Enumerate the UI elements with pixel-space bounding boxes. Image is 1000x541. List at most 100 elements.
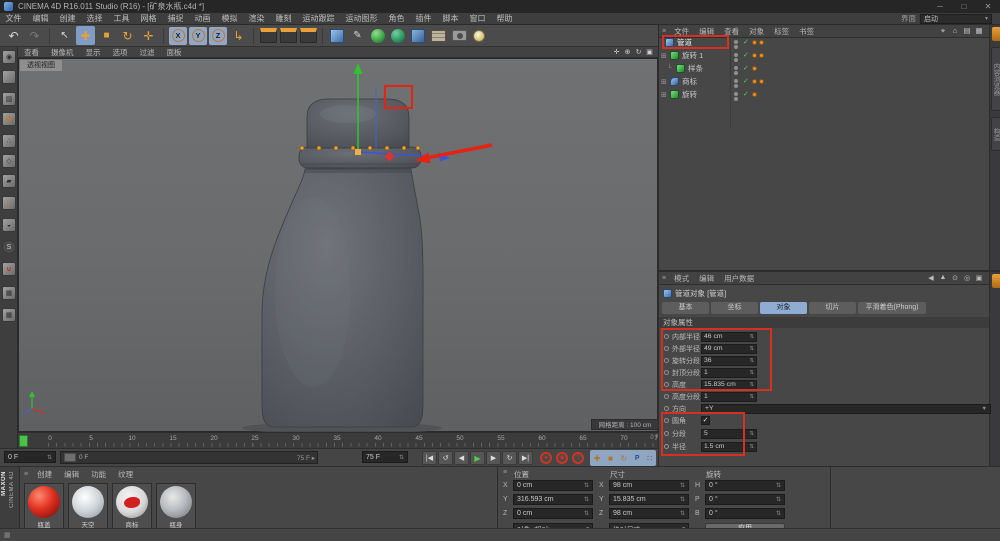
- menu-simulate[interactable]: 模拟: [216, 13, 243, 25]
- outer-radius-field[interactable]: 49 cm ⇅: [701, 344, 757, 354]
- keyframe-selection-button[interactable]: ?: [572, 452, 584, 464]
- snap-magnet-icon[interactable]: ∪: [2, 262, 16, 276]
- spline-pen-icon[interactable]: ✎: [348, 26, 367, 45]
- position-y-field[interactable]: 316.593 cm ⇅: [513, 494, 593, 505]
- primitive-cube-icon[interactable]: [330, 29, 344, 43]
- spinner-icon[interactable]: ⇅: [584, 482, 589, 489]
- phong-tag-icon[interactable]: [752, 40, 757, 45]
- spinner-icon[interactable]: ⇅: [776, 496, 781, 503]
- vp-menu-panel[interactable]: 面板: [161, 47, 188, 58]
- spinner-icon[interactable]: ⇅: [680, 510, 685, 517]
- fillet-checkbox[interactable]: ✓: [701, 416, 710, 425]
- rotation-p-field[interactable]: 0 ° ⇅: [705, 494, 785, 505]
- material-tag-icon[interactable]: [759, 79, 764, 84]
- material-label[interactable]: 商标: [112, 483, 152, 529]
- vp-menu-view[interactable]: 查看: [18, 47, 45, 58]
- loop-playback-button[interactable]: ↻: [502, 451, 517, 465]
- tab-content-browser[interactable]: 内容浏览器: [991, 47, 1000, 111]
- om-menu-bookmarks[interactable]: 书签: [794, 26, 819, 37]
- spinner-icon[interactable]: ⇅: [749, 346, 754, 352]
- expander-icon[interactable]: ⊞: [661, 91, 670, 99]
- om-locate-icon[interactable]: ⌖: [937, 26, 949, 36]
- phong-tag-icon[interactable]: [752, 92, 757, 97]
- record-pla-toggle[interactable]: ∷: [647, 454, 652, 463]
- end-frame-field[interactable]: 75 F ⇅: [362, 451, 408, 463]
- spinner-icon[interactable]: ⇅: [776, 482, 781, 489]
- dock-handle-icon[interactable]: [992, 274, 1000, 288]
- enabled-check-icon[interactable]: ✓: [743, 38, 749, 46]
- animate-dot-icon[interactable]: [664, 418, 669, 423]
- current-frame-field[interactable]: 0 F ⇅: [4, 451, 56, 463]
- size-y-field[interactable]: 15.835 cm ⇅: [609, 494, 689, 505]
- redo-icon[interactable]: ↷: [25, 26, 44, 45]
- animate-dot-icon[interactable]: [664, 394, 669, 399]
- light-icon[interactable]: [473, 30, 485, 42]
- timeline-ruler[interactable]: 0 5 10 15 20 25 30 35 40 45 50 55 60 65 …: [18, 432, 658, 448]
- animate-dot-icon[interactable]: [664, 406, 669, 411]
- camera-icon[interactable]: [452, 30, 467, 41]
- spinner-icon[interactable]: ⇅: [680, 496, 685, 503]
- material-bottle-body[interactable]: 瓶身: [156, 483, 196, 529]
- om-menu-edit[interactable]: 编辑: [694, 26, 719, 37]
- menu-create[interactable]: 创建: [54, 13, 81, 25]
- om-menu-file[interactable]: 文件: [669, 26, 694, 37]
- spinner-icon[interactable]: ⇅: [776, 510, 781, 517]
- animate-dot-icon[interactable]: [664, 444, 669, 449]
- spinner-icon[interactable]: ⇅: [749, 431, 754, 437]
- am-menu-mode[interactable]: 模式: [669, 273, 694, 284]
- om-menu-tags[interactable]: 标签: [769, 26, 794, 37]
- menu-select[interactable]: 选择: [81, 13, 108, 25]
- material-tag-icon[interactable]: [759, 53, 764, 58]
- phong-tag-icon[interactable]: [752, 66, 757, 71]
- workplane-snap-icon[interactable]: ▦: [2, 286, 16, 300]
- menu-window[interactable]: 窗口: [464, 13, 491, 25]
- am-pin-icon[interactable]: ▣: [973, 274, 985, 282]
- orientation-dropdown[interactable]: +Y ▼: [701, 404, 991, 414]
- menu-snap[interactable]: 捕捉: [162, 13, 189, 25]
- menu-mesh[interactable]: 网格: [135, 13, 162, 25]
- spinner-icon[interactable]: ⇅: [749, 444, 754, 450]
- enabled-check-icon[interactable]: ✓: [743, 64, 749, 72]
- vp-menu-filter[interactable]: 过滤: [134, 47, 161, 58]
- autokey-button[interactable]: ◉: [556, 452, 568, 464]
- object-row-lathe1[interactable]: ⊞ 旋转 1: [661, 50, 703, 61]
- model-mode-icon[interactable]: [2, 70, 16, 84]
- mat-menu-texture[interactable]: 纹理: [112, 469, 139, 480]
- animate-dot-icon[interactable]: [664, 346, 669, 351]
- spinner-icon[interactable]: ⇅: [584, 496, 589, 503]
- locked-workplane-icon[interactable]: ▦: [2, 308, 16, 322]
- animate-dot-icon[interactable]: [664, 334, 669, 339]
- record-scale-toggle[interactable]: ■: [608, 454, 613, 463]
- render-view-icon[interactable]: [260, 28, 277, 43]
- enabled-check-icon[interactable]: ✓: [743, 51, 749, 59]
- cap-segments-field[interactable]: 1 ⇅: [701, 368, 757, 378]
- render-settings-icon[interactable]: [300, 28, 317, 43]
- spinner-icon[interactable]: ⇅: [749, 394, 754, 400]
- animate-dot-icon[interactable]: [664, 382, 669, 387]
- viewport-solo-icon[interactable]: ◒: [2, 218, 16, 232]
- polygons-mode-icon[interactable]: ▰: [2, 174, 16, 188]
- spinner-icon[interactable]: ⇅: [47, 454, 52, 461]
- viewport-pan-icon[interactable]: ✛: [611, 48, 622, 56]
- height-segments-field[interactable]: 1 ⇅: [701, 392, 757, 402]
- enabled-check-icon[interactable]: ✓: [743, 90, 749, 98]
- vp-menu-cameras[interactable]: 摄像机: [45, 47, 80, 58]
- menu-edit[interactable]: 编辑: [27, 13, 54, 25]
- fillet-radius-field[interactable]: 1.5 cm ⇅: [701, 442, 757, 452]
- menu-render[interactable]: 渲染: [243, 13, 270, 25]
- make-editable-icon[interactable]: ◉: [2, 50, 16, 64]
- menu-mograph[interactable]: 运动图形: [340, 13, 383, 25]
- panel-menu-icon[interactable]: ≡: [21, 471, 31, 478]
- timeline-current-frame-marker[interactable]: [19, 435, 28, 447]
- record-rotation-toggle[interactable]: ↻: [621, 454, 628, 463]
- enabled-check-icon[interactable]: ✓: [743, 77, 749, 85]
- height-field[interactable]: 15.835 cm ⇅: [701, 380, 757, 390]
- menu-animate[interactable]: 动画: [189, 13, 216, 25]
- subdivision-surface-icon[interactable]: [371, 29, 385, 43]
- om-menu-view[interactable]: 查看: [719, 26, 744, 37]
- frame-range-slider[interactable]: 0 F 75 F ▸: [60, 451, 318, 464]
- fillet-segments-field[interactable]: 5 ⇅: [701, 429, 757, 439]
- menu-plugins[interactable]: 插件: [410, 13, 437, 25]
- render-picture-viewer-icon[interactable]: [280, 28, 297, 43]
- spinner-icon[interactable]: ⇅: [749, 382, 754, 388]
